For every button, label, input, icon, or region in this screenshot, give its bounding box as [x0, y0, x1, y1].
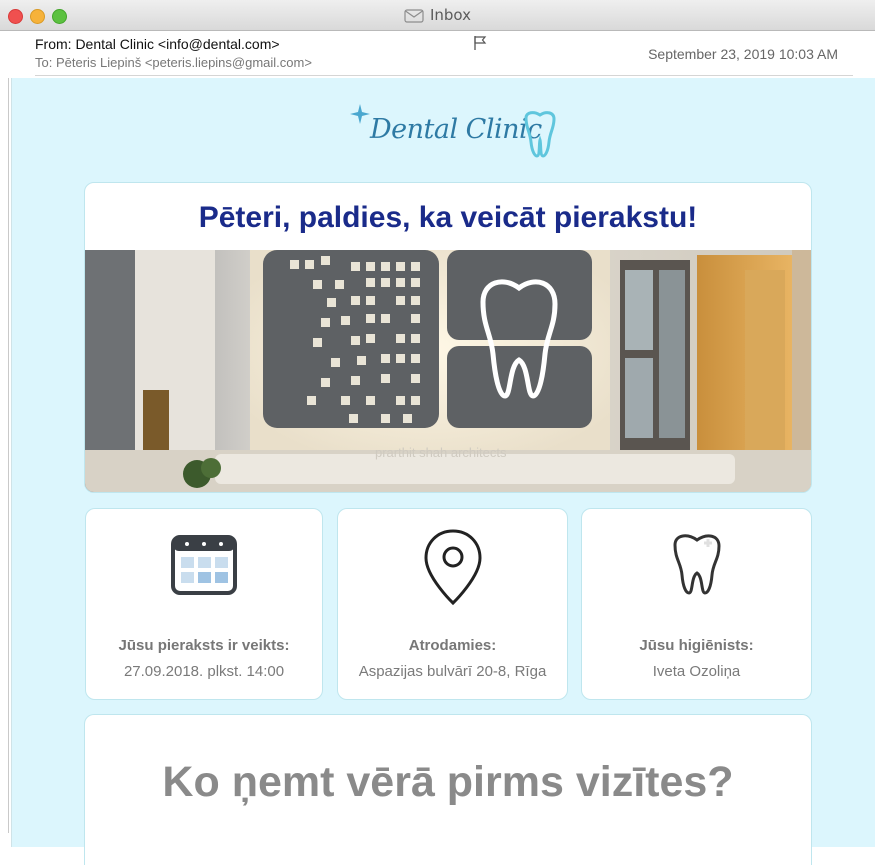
before-visit-title: Ko ņemt vērā pirms vizītes? — [162, 758, 734, 806]
before-visit-card: Ko ņemt vērā pirms vizītes? — [84, 714, 812, 865]
appointment-label: Jūsu pieraksts ir veikts: — [118, 637, 290, 654]
pane-border — [8, 78, 9, 833]
appointment-value: 27.09.2018. plkst. 14:00 — [123, 663, 285, 680]
logo-text: Dental Clinic — [370, 114, 542, 145]
tooth-icon — [582, 531, 811, 602]
message-body: Dental Clinic Pēteri, paldies, ka veicāt… — [11, 78, 875, 865]
sparkle-icon — [350, 104, 370, 129]
logo-tooth-icon — [520, 110, 560, 165]
dental-clinic-logo[interactable]: Dental Clinic — [347, 100, 567, 166]
window-title: Inbox — [0, 6, 875, 27]
hygienist-label: Jūsu higiēnists: — [639, 637, 754, 654]
hero-title: Pēteri, paldies, ka veicāt pierakstu! — [198, 201, 698, 234]
hero-card: Pēteri, paldies, ka veicāt pierakstu! pr… — [84, 182, 812, 493]
hygienist-card: Jūsu higiēnists: Iveta Ozoliņa — [581, 508, 812, 700]
location-pin-icon — [338, 529, 567, 612]
flag-icon[interactable] — [473, 35, 487, 56]
header-divider — [35, 75, 853, 76]
location-label: Atrodamies: — [408, 637, 497, 654]
hygienist-value: Iveta Ozoliņa — [652, 663, 741, 680]
window-titlebar: Inbox — [0, 0, 875, 31]
to-field[interactable]: To: Pēteris Liepinš <peteris.liepins@gma… — [35, 55, 312, 70]
location-card: Atrodamies: Aspazijas bulvārī 20-8, Rīga — [337, 508, 568, 700]
message-header: From: Dental Clinic <info@dental.com> To… — [0, 31, 875, 77]
from-field[interactable]: From: Dental Clinic <info@dental.com> — [35, 36, 280, 52]
message-date: September 23, 2019 10:03 AM — [648, 46, 838, 62]
photo-watermark: prarthit shah architects — [375, 445, 507, 460]
envelope-icon — [404, 9, 424, 27]
window-title-text: Inbox — [429, 6, 472, 24]
location-value: Aspazijas bulvārī 20-8, Rīga — [358, 663, 547, 680]
appointment-card: Jūsu pieraksts ir veikts: 27.09.2018. pl… — [85, 508, 323, 700]
clinic-interior-photo: prarthit shah architects — [85, 250, 811, 492]
calendar-icon — [86, 531, 322, 602]
